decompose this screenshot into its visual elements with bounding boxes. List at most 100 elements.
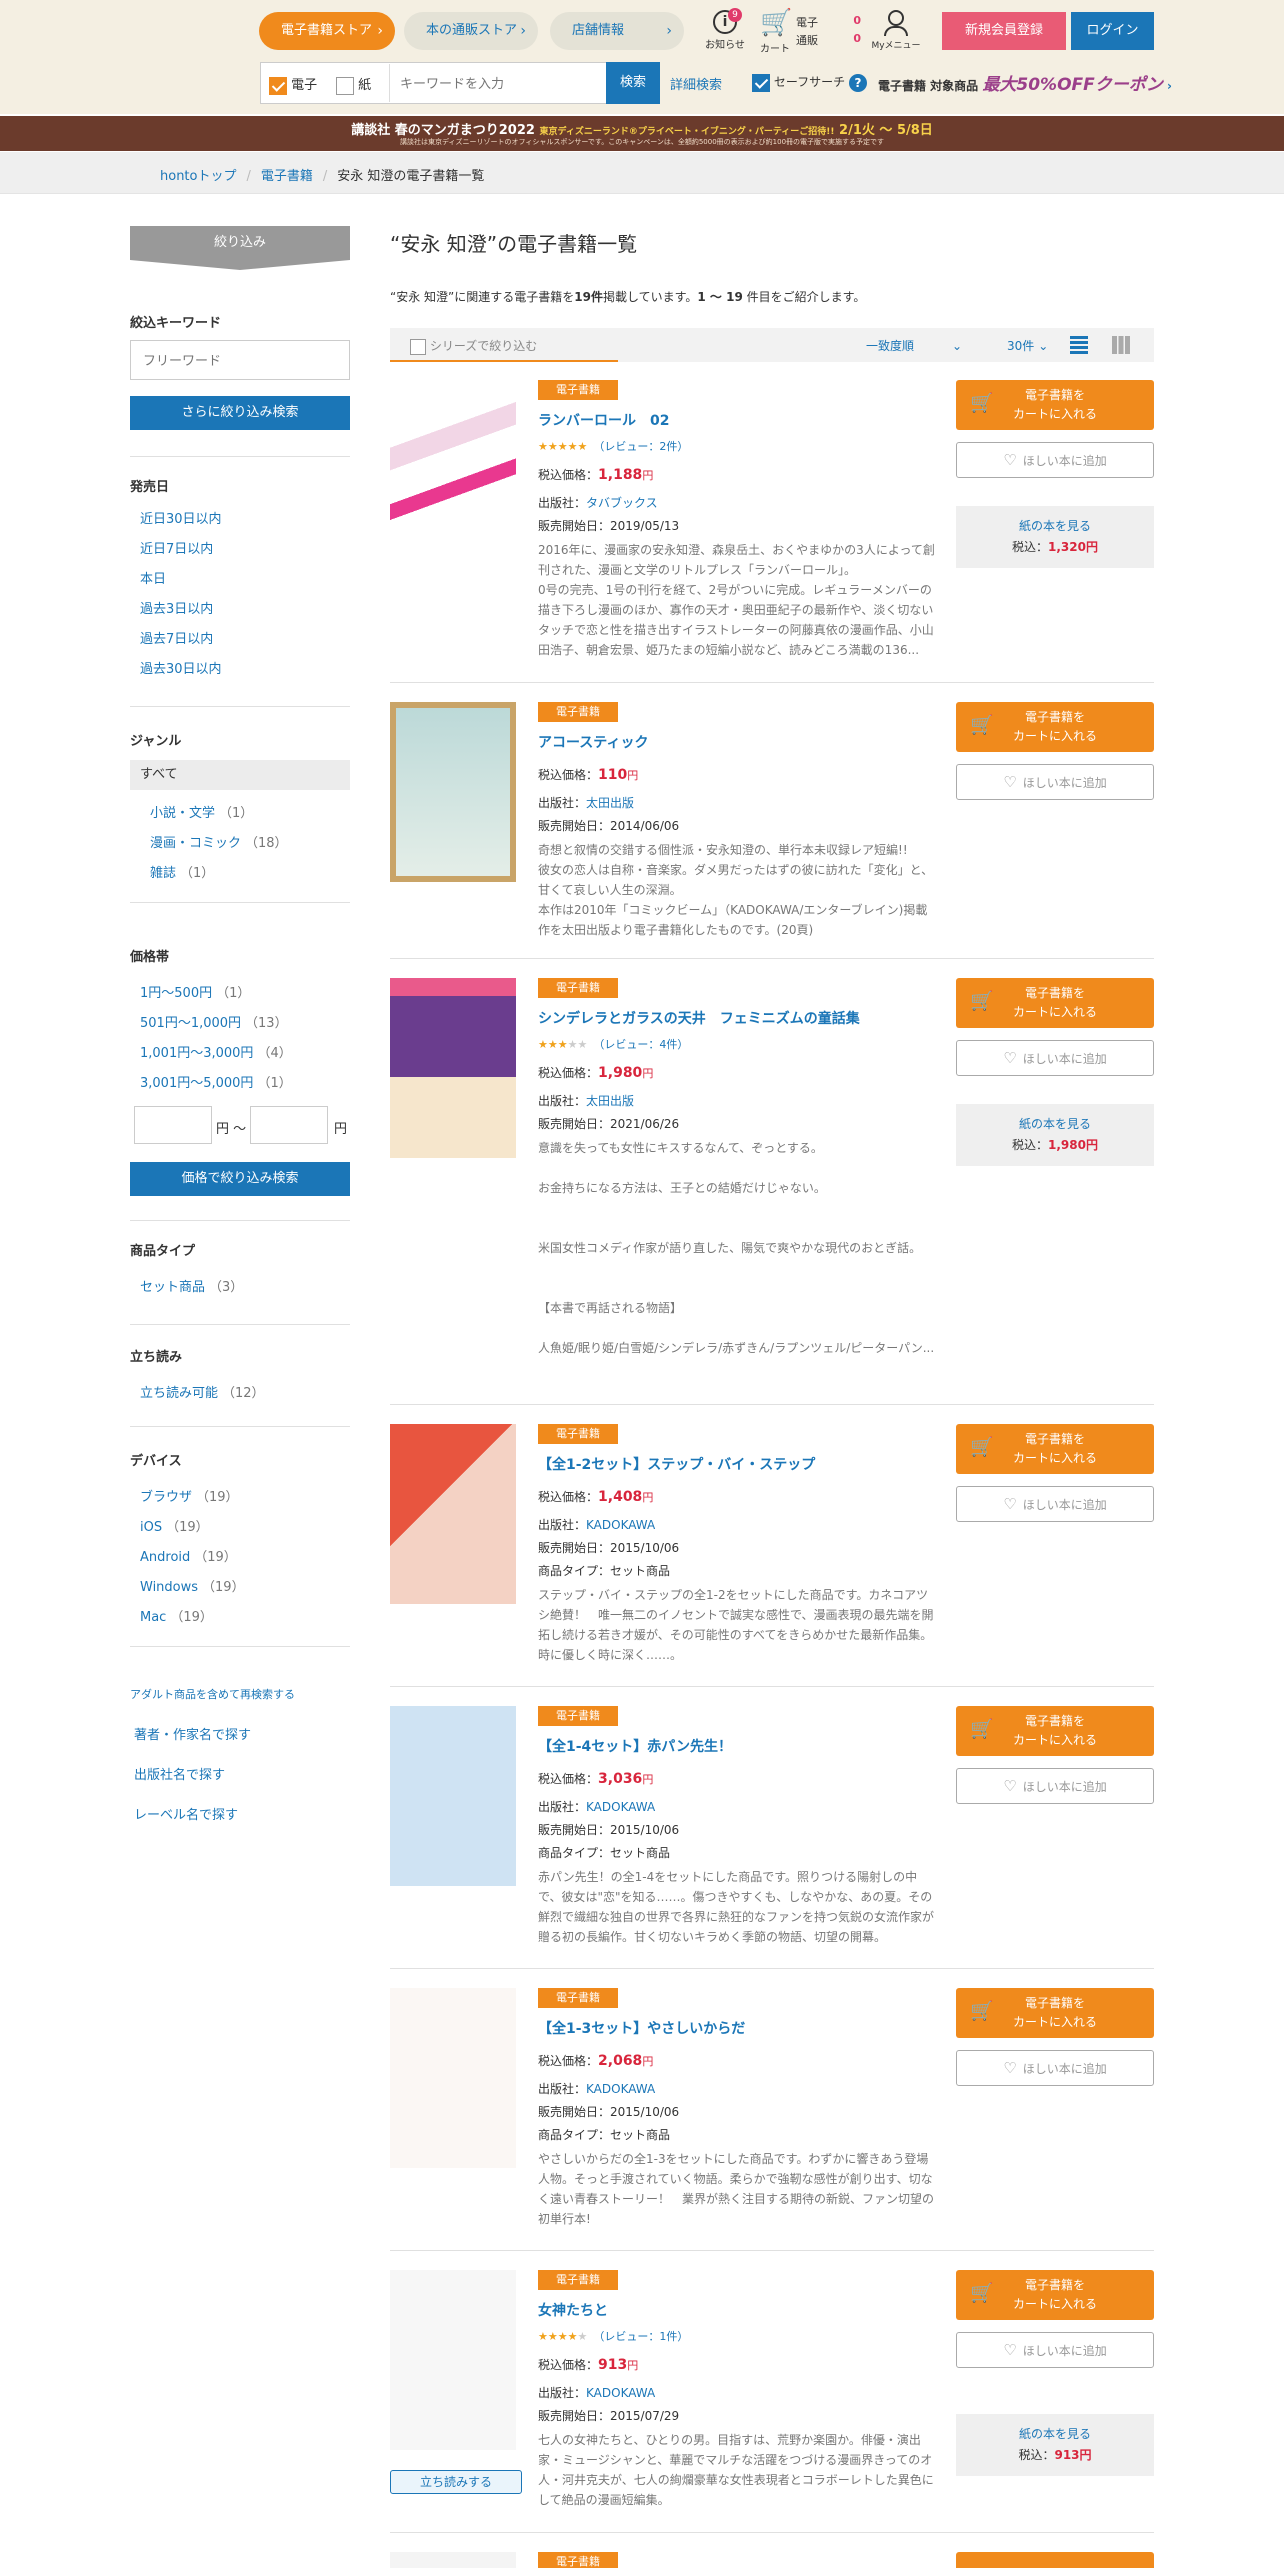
price-filter-item-3[interactable]: 3,001円〜5,000円 （1） (140, 1072, 292, 1091)
publisher-link[interactable]: 太田出版 (586, 796, 634, 810)
adult-research-link[interactable]: アダルト商品を含めて再検索する (130, 1686, 295, 1702)
publisher-link[interactable]: KADOKAWA (586, 1800, 655, 1814)
register-button[interactable]: 新規会員登録 (942, 12, 1066, 50)
add-to-cart-button[interactable]: 🛒 電子書籍を カートに入れる (956, 1424, 1154, 1474)
book-title[interactable]: ランバーロール 02 (538, 410, 669, 430)
wishlist-button[interactable]: ♡ ほしい本に追加 (956, 1768, 1154, 1804)
paper-book-box[interactable]: 紙の本を見る 税込：1,980円 (956, 1104, 1154, 1166)
advanced-search-link[interactable]: 詳細検索 (670, 74, 722, 93)
nav-book-store[interactable]: 本の通販ストア › (404, 12, 538, 50)
add-to-cart-button[interactable]: 🛒 電子書籍を カートに入れる (956, 1706, 1154, 1756)
book-cover[interactable] (390, 380, 516, 560)
tachiyomi-filter-item-0[interactable]: 立ち読み可能 （12） (140, 1382, 265, 1401)
date-filter-item-0[interactable]: 近日30日以内 (140, 508, 222, 527)
book-cover[interactable] (390, 1988, 516, 2168)
breadcrumb-home[interactable]: hontoトップ (160, 169, 236, 184)
book-cover[interactable] (390, 702, 516, 882)
add-to-cart-button[interactable]: 🛒 電子書籍を カートに入れる (956, 380, 1154, 430)
price-filter-item-0[interactable]: 1円〜500円 （1） (140, 982, 250, 1001)
wishlist-button[interactable]: ♡ ほしい本に追加 (956, 1486, 1154, 1522)
book-title[interactable]: 【全1-3セット】やさしいからだ (538, 2018, 745, 2038)
per-page-select[interactable]: 30件 ⌄ (1007, 337, 1048, 354)
genre-filter-item-2[interactable]: 雑誌 （1） (150, 862, 214, 881)
publisher-link[interactable]: KADOKAWA (586, 2386, 655, 2400)
review-link[interactable]: （レビュー：1件） (593, 2330, 688, 2343)
list-view-icon[interactable] (1070, 336, 1088, 354)
publisher-link[interactable]: タバブックス (586, 496, 658, 510)
search-by-publisher-link[interactable]: 出版社名で探す (134, 1764, 225, 1783)
date-filter-item-4[interactable]: 過去7日以内 (140, 628, 213, 647)
price-filter-button[interactable]: 価格で絞り込み検索 (130, 1162, 350, 1196)
paper-book-box[interactable]: 紙の本を見る 税込：913円 (956, 2414, 1154, 2476)
nav-shop-info[interactable]: 店舗情報 › (550, 12, 684, 50)
breadcrumb-ebook[interactable]: 電子書籍 (261, 169, 313, 184)
search-input[interactable] (389, 64, 607, 102)
book-title[interactable]: 女神たちと (538, 2300, 608, 2320)
login-button[interactable]: ログイン (1071, 12, 1154, 50)
add-to-cart-button[interactable]: 🛒 電子書籍を カートに入れる (956, 702, 1154, 752)
publisher-link[interactable]: 太田出版 (586, 1094, 634, 1108)
price-filter-item-1[interactable]: 501円〜1,000円 （13） (140, 1012, 288, 1031)
wishlist-button[interactable]: ♡ ほしい本に追加 (956, 2332, 1154, 2368)
price-max-input[interactable] (250, 1106, 328, 1144)
tachiyomi-button[interactable]: 立ち読みする (390, 2470, 522, 2494)
type-filter-item-0[interactable]: セット商品 （3） (140, 1276, 243, 1295)
add-to-cart-button[interactable]: 🛒 電子書籍を カートに入れる (956, 1988, 1154, 2038)
wishlist-button[interactable]: ♡ ほしい本に追加 (956, 764, 1154, 800)
device-filter-item-1[interactable]: iOS （19） (140, 1516, 209, 1535)
book-cover[interactable] (390, 2270, 516, 2450)
paper-checkbox[interactable]: 紙 (336, 74, 371, 95)
price-min-input[interactable] (134, 1106, 212, 1144)
keyword-filter-button[interactable]: さらに絞り込み検索 (130, 396, 350, 430)
keyword-filter-input[interactable] (130, 340, 350, 380)
search-by-author-link[interactable]: 著者・作家名で探す (134, 1724, 251, 1743)
wishlist-button[interactable]: ♡ ほしい本に追加 (956, 442, 1154, 478)
coupon-link[interactable]: 電子書籍 対象商品 最大50%OFFクーポン › (878, 70, 1172, 95)
device-filter-item-3[interactable]: Windows （19） (140, 1576, 245, 1595)
book-title[interactable]: 【全1-2セット】ステップ・バイ・ステップ (538, 1454, 815, 1474)
paper-book-link[interactable]: 紙の本を見る (1019, 1117, 1091, 1131)
wishlist-button[interactable]: ♡ ほしい本に追加 (956, 1040, 1154, 1076)
add-to-cart-button[interactable]: 🛒 電子書籍を カートに入れる (956, 2270, 1154, 2320)
publisher-link[interactable]: KADOKAWA (586, 1518, 655, 1532)
notice-button[interactable]: i 9 お知らせ (704, 8, 746, 51)
search-by-label-link[interactable]: レーベル名で探す (134, 1804, 238, 1823)
campaign-banner[interactable]: 講談社 春のマンガまつり2022 東京ディズニーランド®プライベート・イブニング… (0, 116, 1284, 151)
ebook-checkbox[interactable]: 電子 (269, 74, 317, 95)
book-title[interactable]: アコースティック (538, 732, 648, 752)
grid-view-icon[interactable] (1112, 336, 1130, 354)
book-title[interactable]: シンデレラとガラスの天井 フェミニズムの童話集 (538, 1008, 860, 1028)
cart-button[interactable]: 🛒 電子 0 通販 0 カート (760, 10, 861, 55)
device-filter-item-2[interactable]: Android （19） (140, 1546, 237, 1565)
book-cover[interactable] (390, 978, 516, 1158)
date-filter-item-3[interactable]: 過去3日以内 (140, 598, 213, 617)
date-filter-item-2[interactable]: 本日 (140, 568, 166, 587)
paper-book-link[interactable]: 紙の本を見る (1019, 2427, 1091, 2441)
publisher-link[interactable]: KADOKAWA (586, 2082, 655, 2096)
date-filter-item-5[interactable]: 過去30日以内 (140, 658, 222, 677)
genre-filter-item-1[interactable]: 漫画・コミック （18） (150, 832, 288, 851)
device-filter-item-0[interactable]: ブラウザ （19） (140, 1486, 239, 1505)
book-cover[interactable] (390, 1706, 516, 1886)
mymenu-button[interactable]: Myメニュー (870, 10, 922, 51)
add-to-cart-button[interactable]: 🛒 電子書籍を カートに入れる (956, 978, 1154, 1028)
genre-all[interactable]: すべて (130, 760, 350, 790)
wishlist-button[interactable]: ♡ ほしい本に追加 (956, 2050, 1154, 2086)
book-title[interactable]: 【全1-4セット】赤パン先生！ (538, 1736, 732, 1756)
device-filter-item-4[interactable]: Mac （19） (140, 1606, 213, 1625)
book-cover[interactable] (390, 1424, 516, 1604)
date-filter-item-1[interactable]: 近日7日以内 (140, 538, 213, 557)
paper-book-link[interactable]: 紙の本を見る (1019, 519, 1091, 533)
genre-filter-item-0[interactable]: 小説・文学 （1） (150, 802, 253, 821)
review-link[interactable]: （レビュー：2件） (593, 440, 688, 453)
add-to-cart-button[interactable] (956, 2552, 1154, 2568)
search-button[interactable]: 検索 (606, 62, 660, 104)
book-cover[interactable] (390, 2552, 516, 2568)
nav-ebook-store[interactable]: 電子書籍ストア › (259, 12, 395, 50)
series-filter[interactable]: シリーズで絞り込む (410, 337, 537, 355)
sort-select[interactable]: 一致度順 ⌄ (866, 337, 962, 354)
price-filter-item-2[interactable]: 1,001円〜3,000円 （4） (140, 1042, 292, 1061)
review-link[interactable]: （レビュー：4件） (593, 1038, 688, 1051)
help-icon[interactable]: ? (848, 73, 867, 92)
paper-book-box[interactable]: 紙の本を見る 税込：1,320円 (956, 506, 1154, 568)
